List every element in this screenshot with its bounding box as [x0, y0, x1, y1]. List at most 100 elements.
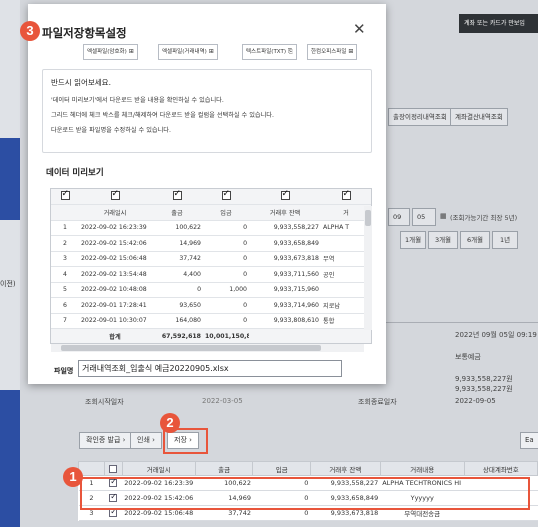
hancom-icon: ⊞: [348, 48, 354, 55]
grid-cell: 0: [203, 313, 249, 329]
grid-cell: 0: [203, 220, 249, 236]
column-checkbox-no[interactable]: [60, 189, 70, 200]
col-header-in[interactable]: 입금: [252, 461, 311, 476]
col-header-desc[interactable]: 거래내용: [379, 461, 465, 476]
excel-icon: ⊞: [208, 48, 214, 55]
grid-row: 7 2022-09-01 10:30:07 164,080 0 9,933,808,61…: [51, 313, 371, 329]
grid-cell: 2: [51, 235, 79, 252]
grid-cell: 5: [51, 282, 79, 298]
grid-cell: 0: [203, 297, 249, 314]
start-date-label: 조회시작일자: [85, 398, 124, 406]
grid-cell: 9,933,673,818: [249, 251, 321, 267]
grid-cell: 1,000: [203, 282, 249, 298]
grid-cell: 7: [51, 313, 79, 329]
grid-cell: 37,742: [151, 251, 203, 267]
col-header-datetime[interactable]: 거래일시: [121, 461, 196, 476]
print-button[interactable]: 인쇄 ›: [130, 432, 162, 449]
vertical-scroll-thumb[interactable]: [365, 210, 371, 226]
certificate-button[interactable]: 확인증 발급 ›: [79, 432, 133, 449]
grid-cell: 9,933,658,849: [249, 235, 321, 252]
rows-highlight-frame: [80, 477, 530, 510]
grid-cell: 100,622: [151, 220, 203, 236]
grid-cell: 9,933,711,560: [249, 266, 321, 283]
download-excel-encrypted-button[interactable]: 엑셀파일(암호화) ⊞: [83, 44, 138, 60]
dialog-title: 파일저장항목설정: [42, 26, 127, 40]
end-date-label: 조회종료일자: [358, 398, 397, 406]
month-select[interactable]: 05: [412, 208, 436, 226]
column-checkbox-in[interactable]: [221, 189, 231, 200]
grid-cell: 4: [51, 266, 79, 283]
sum-out: 67,592,618: [151, 328, 203, 343]
filename-label: 파일명: [54, 367, 74, 375]
grid-cell: 3: [51, 251, 79, 267]
column-checkbox-datetime[interactable]: [110, 189, 120, 200]
column-checkbox-out[interactable]: [172, 189, 182, 200]
grid-cell: 2022-09-02 13:54:48: [79, 266, 151, 283]
grid-cell: 6: [51, 297, 79, 314]
sum-label: 합계: [79, 328, 151, 343]
column-checkbox-balance[interactable]: [280, 189, 290, 200]
grid-cell: 2022-09-01 10:30:07: [79, 313, 151, 329]
download-excel-transactions-button[interactable]: 엑셀파일(거래내역) ⊞: [158, 44, 218, 60]
grid-header-row: 거래일시 출금 입금 거래후 잔액 거: [51, 204, 371, 221]
grid-col-balance: 거래후 잔액: [249, 204, 321, 221]
column-checkbox-desc[interactable]: [341, 189, 351, 200]
period-3m-button[interactable]: 3개월: [428, 231, 458, 249]
grid-col-in: 입금: [203, 204, 249, 221]
grid-row: 3 2022-09-02 15:06:48 37,742 0 9,933,673,818…: [51, 251, 371, 267]
col-header-out[interactable]: 출금: [194, 461, 254, 476]
ea-button[interactable]: Ea: [520, 432, 538, 449]
grid-cell: 1: [51, 220, 79, 236]
end-date-value: 2022-09-05: [455, 397, 496, 405]
download-txt-button[interactable]: 텍스트파일(TXT) ⎘: [242, 44, 297, 60]
grid-row: 5 2022-09-02 10:48:08 0 1,000 9,933,715,960: [51, 282, 371, 298]
col-header-account[interactable]: 상대계좌번호: [463, 461, 538, 476]
close-icon[interactable]: ✕: [353, 20, 366, 38]
file-save-settings-dialog: 파일저장항목설정 ✕ 엑셀파일(암호화) ⊞ 엑셀파일(거래내역) ⊞ 텍스트파일(…: [28, 4, 386, 384]
grid-cell: 4,400: [151, 266, 203, 283]
period-6m-button[interactable]: 6개월: [460, 231, 490, 249]
notice-line: 다운로드 받을 파일명을 수정하실 수 있습니다.: [51, 127, 171, 134]
column-checkbox-row: [51, 189, 371, 205]
inquiry-button-2[interactable]: 계좌결산내역조회: [450, 108, 508, 126]
download-hancom-button[interactable]: 한컴오피스파일 ⊞: [307, 44, 358, 60]
notice-box: 반드시 읽어보세요. '데이터 미리보기'에서 다운로드 받을 내용을 확인하실…: [42, 69, 372, 153]
calendar-icon[interactable]: ▦: [440, 212, 447, 220]
grid-sum-row: 합계 67,592,618 10,001,150,845: [51, 328, 371, 343]
sidebar-active-block: [0, 138, 20, 220]
day-select[interactable]: 09: [388, 208, 410, 226]
grid-cell: 164,080: [151, 313, 203, 329]
filename-input[interactable]: [78, 360, 342, 377]
grid-cell: 2022-09-02 16:23:39: [79, 220, 151, 236]
grid-cell: 2022-09-02 15:42:06: [79, 235, 151, 252]
grid-cell: 0: [151, 282, 203, 298]
grid-cell: 9,933,714,960: [249, 297, 321, 314]
col-header-select[interactable]: [103, 461, 123, 476]
text-file-icon: ⎘: [287, 48, 293, 55]
period-hint: (조회가능기간 최장 5년): [450, 214, 518, 222]
sum-in: 10,001,150,845: [203, 328, 249, 343]
horizontal-scroll-thumb[interactable]: [61, 345, 321, 351]
notice-line: 그리드 헤더에 체크 박스를 체크/해제하여 다운로드 받을 컬럼을 선택하실 …: [51, 112, 274, 119]
grid-cell: 0: [203, 235, 249, 252]
grid-cell: 9,933,558,227: [249, 220, 321, 236]
period-1m-button[interactable]: 1개월: [400, 231, 426, 249]
inquiry-button-1[interactable]: 출장이정리내역조회: [388, 108, 452, 126]
notice-line: '데이터 미리보기'에서 다운로드 받을 내용을 확인하실 수 있습니다.: [51, 97, 224, 104]
top-notice-banner[interactable]: 계좌 또는 카드가 만보입: [459, 14, 538, 33]
start-date-value: 2022-03-05: [202, 397, 243, 405]
preview-title: 데이터 미리보기: [46, 168, 104, 178]
period-1y-button[interactable]: 1년: [492, 231, 518, 249]
grid-cell: 93,650: [151, 297, 203, 314]
sidebar-menu-block: [0, 390, 20, 527]
grid-row: 4 2022-09-02 13:54:48 4,400 0 9,933,711,560 공…: [51, 266, 371, 283]
row-checkbox[interactable]: [109, 507, 118, 517]
inquiry-datetime: 2022년 09월 05일 09:19: [455, 331, 537, 339]
preview-grid[interactable]: 거래일시 출금 입금 거래후 잔액 거 12022-09-02 16:23:39…: [50, 188, 372, 344]
grid-cell: 0: [203, 266, 249, 283]
col-header-balance[interactable]: 거래후 잔액: [309, 461, 381, 476]
step-badge-2: 2: [160, 413, 180, 433]
select-all-checkbox[interactable]: [109, 464, 118, 473]
grid-row: 1 2022-09-02 16:23:39 100,622 0 9,933,558,22…: [51, 220, 371, 236]
sidebar-item-label: 이전): [0, 280, 16, 288]
